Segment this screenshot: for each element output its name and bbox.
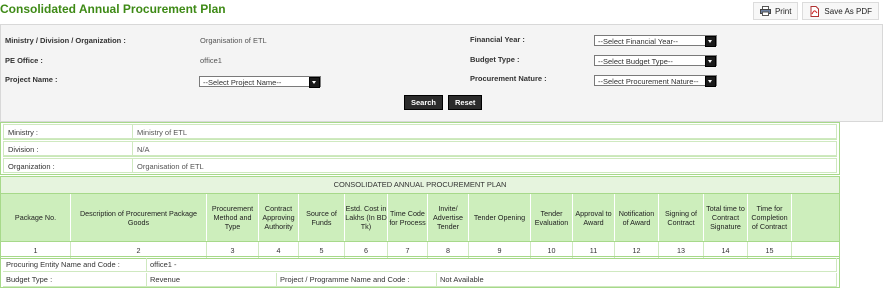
pe-entity-label: Procuring Entity Name and Code :: [3, 258, 147, 271]
column-header: Tender Opening: [469, 194, 531, 241]
pdf-icon: [809, 5, 820, 17]
budget-type-select[interactable]: --Select Budget Type--: [594, 55, 717, 67]
column-header: Contract Approving Authority: [259, 194, 299, 241]
budget-type-label: Budget Type :: [470, 55, 520, 64]
info-row-value: Ministry of ETL: [133, 124, 837, 139]
plan-header-row: Package No. Description of Procurement P…: [1, 194, 839, 241]
column-header: Tender Evaluation: [531, 194, 573, 241]
pe-office-label: PE Office :: [5, 56, 43, 65]
info-row-label: Ministry :: [3, 124, 133, 139]
pe-project-label: Project / Programme Name and Code :: [277, 273, 437, 286]
procurement-nature-select[interactable]: --Select Procurement Nature--: [594, 75, 717, 87]
info-row: Ministry : Ministry of ETL: [3, 124, 837, 140]
chevron-down-icon: [309, 77, 320, 88]
ministry-label: Ministry / Division / Organization :: [5, 36, 126, 45]
save-pdf-label: Save As PDF: [824, 6, 872, 16]
pe-project-value: Not Available: [437, 273, 837, 286]
ministry-value: Organisation of ETL: [200, 36, 267, 45]
procuring-entity-table: Procuring Entity Name and Code : office1…: [0, 256, 840, 288]
column-header: Description of Procurement Package Goods: [71, 194, 207, 241]
project-name-selected: --Select Project Name--: [203, 78, 282, 87]
info-row-value: N/A: [133, 141, 837, 156]
financial-year-selected: --Select Financial Year--: [598, 37, 679, 46]
pe-budget-value: Revenue: [147, 273, 277, 286]
printer-icon: [759, 6, 771, 16]
chevron-down-icon: [705, 76, 716, 87]
column-header: Procurement Method and Type: [207, 194, 259, 241]
financial-year-select[interactable]: --Select Financial Year--: [594, 35, 717, 47]
column-header: Package No.: [1, 194, 71, 241]
column-header: Time Code for Process: [388, 194, 428, 241]
column-header: Signing of Contract: [659, 194, 704, 241]
info-row: Organization : Organisation of ETL: [3, 158, 837, 173]
print-label: Print: [774, 6, 792, 16]
column-header: Source of Funds: [299, 194, 345, 241]
column-header: Total time to Contract Signature: [704, 194, 748, 241]
procurement-nature-selected: --Select Procurement Nature--: [598, 77, 699, 86]
info-row-label: Organization :: [3, 158, 133, 173]
column-header: Estd. Cost in Lakhs (In BD Tk): [345, 194, 388, 241]
print-button[interactable]: Print: [752, 2, 799, 20]
procurement-nature-label: Procurement Nature :: [470, 74, 547, 83]
info-row-label: Division :: [3, 141, 133, 156]
project-name-select[interactable]: --Select Project Name--: [199, 76, 321, 88]
save-pdf-button[interactable]: Save As PDF: [802, 2, 879, 20]
filter-panel: Ministry / Division / Organization : Org…: [0, 24, 883, 122]
column-header: Time for Completion of Contract: [748, 194, 792, 241]
column-header: Notification of Award: [615, 194, 659, 241]
chevron-down-icon: [705, 56, 716, 67]
pe-budget-label: Budget Type :: [3, 273, 147, 286]
chevron-down-icon: [705, 36, 716, 47]
project-name-label: Project Name :: [5, 75, 58, 84]
reset-button[interactable]: Reset: [448, 95, 483, 110]
column-header: Invite/ Advertise Tender: [428, 194, 469, 241]
page-title: Consolidated Annual Procurement Plan: [0, 2, 226, 16]
organization-info-table: Ministry : Ministry of ETL Division : N/…: [0, 122, 840, 175]
search-button[interactable]: Search: [404, 95, 444, 110]
column-header: Approval to Award: [573, 194, 615, 241]
info-row-value: Organisation of ETL: [133, 158, 837, 173]
pe-row: Budget Type : Revenue Project / Programm…: [3, 273, 837, 287]
info-row: Division : N/A: [3, 141, 837, 157]
procurement-plan-table: CONSOLIDATED ANNUAL PROCUREMENT PLAN Pac…: [0, 176, 840, 259]
budget-type-selected: --Select Budget Type--: [598, 57, 673, 66]
pe-office-value: office1: [200, 56, 222, 65]
financial-year-label: Financial Year :: [470, 35, 525, 44]
top-actions: Print Save As PDF: [752, 2, 879, 20]
plan-title: CONSOLIDATED ANNUAL PROCUREMENT PLAN: [1, 177, 839, 194]
pe-entity-value: office1 -: [147, 258, 837, 271]
pe-row: Procuring Entity Name and Code : office1…: [3, 258, 837, 272]
